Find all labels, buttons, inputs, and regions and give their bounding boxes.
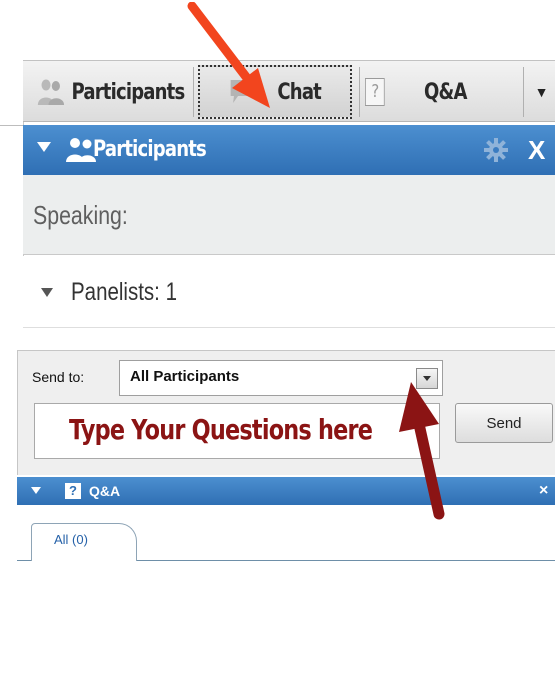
tab-separator [359,67,360,117]
annotation-arrow-icon [399,382,445,520]
tab-separator [523,67,524,117]
chat-message-input[interactable]: Type Your Questions here [34,403,440,459]
participants-panel-header[interactable]: Participants X [23,125,555,175]
tab-all-questions[interactable]: All (0) [31,523,137,562]
close-icon[interactable]: X [528,125,545,175]
collapse-triangle-icon[interactable] [37,142,51,152]
participant-list-item [23,328,555,350]
send-to-label: Send to: [32,369,85,385]
panelists-group[interactable]: Panelists: 1 [23,256,555,328]
qa-question-list [17,561,555,698]
panelists-label: Panelists: 1 [71,278,177,306]
question-icon: ? [365,78,385,106]
expand-triangle-icon[interactable] [41,288,53,297]
window-divider [0,125,23,126]
tab-qa-label: Q&A [424,79,467,105]
chevron-down-icon: ▼ [534,84,549,100]
chat-input-text: Type Your Questions here [69,413,373,446]
panel-tab-bar: Participants Chat ? Q&A ▼ [23,60,555,122]
send-to-value: All Participants [130,368,240,385]
speaking-label: Speaking: [33,200,128,230]
speaking-section: Speaking: [23,175,555,255]
send-button[interactable]: Send [455,403,553,443]
tab-participants-label: Participants [71,79,185,105]
participants-panel-title: Participants [93,137,207,162]
chat-compose-area: Send to: All Participants Type Your Ques… [17,350,555,475]
qa-panel-title: Q&A [89,483,121,499]
gear-icon[interactable] [483,137,509,163]
tab-all-questions-label: All (0) [54,532,88,547]
close-icon[interactable]: × [539,477,548,505]
qa-tab-strip: All (0) [17,505,555,562]
people-icon [37,79,65,105]
collapse-triangle-icon[interactable] [31,487,41,494]
question-icon: ? [65,483,81,499]
qa-panel-header[interactable]: ? Q&A × [17,477,555,505]
tab-qa[interactable]: ? Q&A [365,61,480,123]
annotation-arrow-icon [187,2,270,108]
tab-participants[interactable]: Participants [37,61,185,123]
tab-overflow-dropdown[interactable]: ▼ [528,61,555,123]
